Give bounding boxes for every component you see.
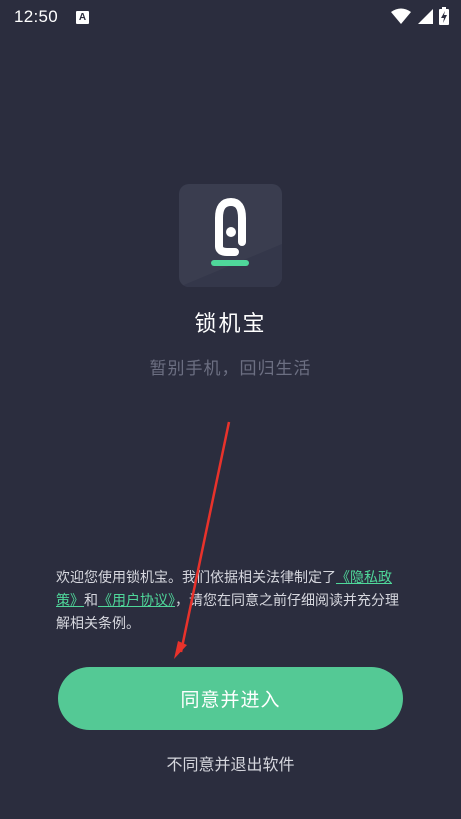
status-bar: 12:50 A (0, 0, 461, 34)
signal-icon (418, 8, 433, 24)
user-agreement-link[interactable]: 《用户协议》 (98, 593, 175, 609)
decline-and-exit-button[interactable]: 不同意并退出软件 (0, 751, 461, 775)
status-time: 12:50 (14, 7, 59, 26)
app-name: 锁机宝 (194, 312, 267, 337)
privacy-notice: 欢迎您使用锁机宝。我们依据相关法律制定了《隐私政策》和《用户协议》，请您在同意之… (56, 567, 406, 636)
app-logo (179, 184, 282, 287)
battery-charging-icon (439, 7, 449, 25)
app-slogan: 暂别手机，回归生活 (149, 359, 312, 379)
agree-and-enter-button[interactable]: 同意并进入 (58, 667, 403, 730)
notice-and-text: 和 (84, 593, 98, 609)
lock-app-logo-icon (179, 197, 282, 287)
wifi-icon (391, 8, 411, 24)
status-icons (391, 7, 449, 25)
notification-icon: A (76, 10, 90, 24)
notice-text-before: 欢迎您使用锁机宝。我们依据相关法律制定了 (56, 570, 336, 586)
